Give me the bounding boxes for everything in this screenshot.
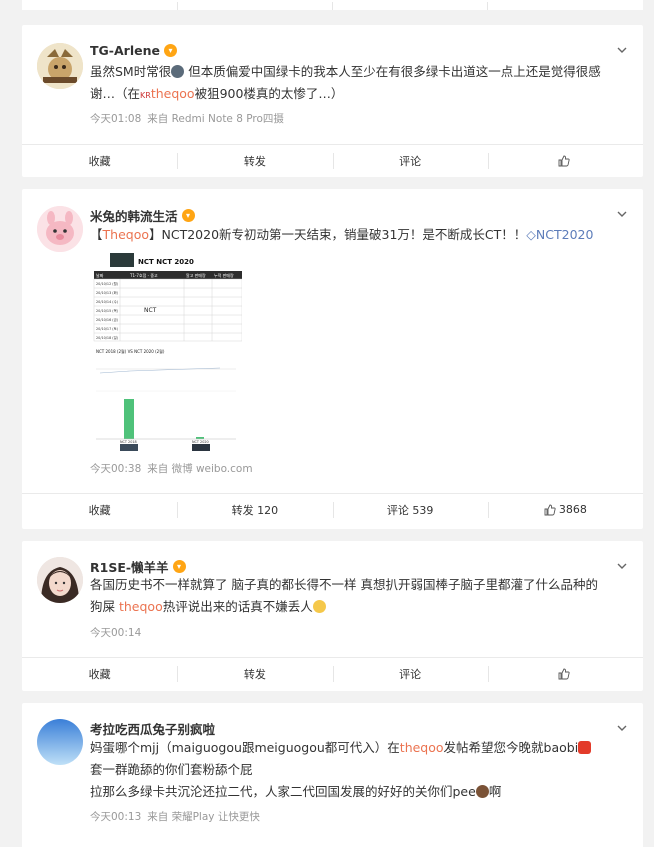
- like-button[interactable]: [487, 145, 643, 176]
- post-text: 妈蛋哪个mjj（maiguogou跟meiguogou都可代入）在theqoo发…: [90, 737, 607, 803]
- svg-text:20/10/14 (수): 20/10/14 (수): [96, 299, 119, 304]
- svg-text:20/10/13 (화): 20/10/13 (화): [96, 290, 119, 295]
- post-time[interactable]: 今天01:08: [90, 113, 141, 125]
- post-card: R1SE-懒羊羊 ▾ 各国历史书不一样就算了 脑子真的都长得不一样 真想扒开弱国…: [22, 541, 643, 691]
- vip-badge-icon[interactable]: ▾: [172, 560, 186, 573]
- post-meta: 今天00:13 来自 荣耀Play 让快更快: [90, 809, 266, 824]
- svg-text:20/10/17 (토): 20/10/17 (토): [96, 327, 119, 331]
- svg-text:20/10/16 (금): 20/10/16 (금): [96, 318, 119, 322]
- topic-link[interactable]: theqoo: [151, 86, 195, 101]
- smirk-emoji-icon: [312, 600, 326, 613]
- comment-button[interactable]: 评论 539: [332, 494, 488, 525]
- repost-button[interactable]: 转发: [177, 658, 332, 689]
- topic-link[interactable]: Theqoo: [103, 227, 149, 242]
- post-text: 虽然SM时常很 但本质偏爱中国绿卡的我本人至少在有很多绿卡出道这一点上还是觉得很…: [90, 64, 601, 101]
- bomb-emoji-icon: [578, 741, 592, 754]
- comment-button[interactable]: 评论: [332, 145, 488, 176]
- post-actions: 收藏 转发 评论: [22, 657, 643, 689]
- chevron-down-icon[interactable]: [617, 209, 627, 219]
- post-time[interactable]: 今天00:38: [90, 463, 141, 475]
- post-source: 来自 微博 weibo.com: [147, 463, 253, 475]
- svg-text:NCT: NCT: [144, 307, 157, 314]
- post-actions: 收藏 转发 评论: [22, 144, 643, 176]
- favorite-button[interactable]: 收藏: [22, 658, 177, 689]
- user-name[interactable]: 米兔的韩流生活: [90, 206, 178, 225]
- user-name[interactable]: 考拉吃西瓜兔子别疯啦: [90, 719, 215, 738]
- diamond-icon: ◇: [526, 227, 536, 242]
- avatar[interactable]: [37, 43, 83, 89]
- post-time[interactable]: 今天00:13: [90, 811, 141, 823]
- super-topic-link[interactable]: ◇NCT2020: [526, 227, 593, 242]
- svg-text:누적 판매량: 누적 판매량: [214, 272, 234, 278]
- post-source: 来自 荣耀Play 让快更快: [147, 811, 260, 823]
- avatar[interactable]: [37, 557, 83, 603]
- post-meta: 今天00:38 来自 微博 weibo.com: [90, 461, 259, 476]
- vip-badge-icon[interactable]: ▾: [163, 44, 177, 57]
- svg-text:20/10/12 (월): 20/10/12 (월): [96, 281, 119, 286]
- repost-button[interactable]: 转发 120: [177, 494, 332, 525]
- post-text: 各国历史书不一样就算了 脑子真的都长得不一样 真想扒开弱国棒子脑子里都灌了什么品…: [90, 577, 598, 614]
- chevron-down-icon[interactable]: [617, 561, 627, 571]
- like-button[interactable]: [487, 658, 643, 689]
- post-meta: 今天00:14: [90, 625, 147, 640]
- post-time[interactable]: 今天00:14: [90, 627, 141, 639]
- svg-text:20/10/18 (일): 20/10/18 (일): [96, 335, 119, 340]
- chevron-down-icon[interactable]: [617, 723, 627, 733]
- svg-text:NCT 2020: NCT 2020: [192, 440, 209, 444]
- post-card: 考拉吃西瓜兔子别疯啦 妈蛋哪个mjj（maiguogou跟meiguogou都可…: [22, 703, 643, 847]
- favorite-button[interactable]: 收藏: [22, 494, 177, 525]
- post-text: 【Theqoo】NCT2020新专初动第一天结束，销量破31万！是不断成长CT！…: [90, 227, 594, 242]
- thumbs-up-icon: [558, 668, 570, 679]
- chevron-down-icon[interactable]: [617, 45, 627, 55]
- thumbs-up-icon: [558, 155, 570, 166]
- svg-text:알고 판매량: 알고 판매량: [186, 272, 206, 278]
- avatar[interactable]: [37, 719, 83, 765]
- vip-badge-icon[interactable]: ▾: [181, 209, 195, 222]
- thumbs-up-icon: [544, 504, 556, 515]
- post-source: 来自 Redmi Note 8 Pro四摄: [147, 113, 284, 125]
- post-card: TG-Arlene ▾ 虽然SM时常很 但本质偏爱中国绿卡的我本人至少在有很多绿…: [22, 25, 643, 177]
- poop-emoji-icon: [475, 785, 489, 798]
- kr-flag-icon: KR: [140, 91, 151, 100]
- svg-text:NCT 2018 (2월) VS NCT 2020 (2월): NCT 2018 (2월) VS NCT 2020 (2월): [96, 348, 165, 354]
- svg-text:NCT 2018: NCT 2018: [120, 440, 137, 444]
- post-meta: 今天01:08 来自 Redmi Note 8 Pro四摄: [90, 111, 290, 126]
- svg-text:T1-7호점 - 중고: T1-7호점 - 중고: [129, 272, 158, 278]
- comment-button[interactable]: 评论: [332, 658, 488, 689]
- svg-text:20/10/15 (목): 20/10/15 (목): [96, 309, 119, 313]
- svg-text:날짜: 날짜: [96, 272, 104, 278]
- favorite-button[interactable]: 收藏: [22, 145, 177, 176]
- topic-link[interactable]: theqoo: [119, 599, 163, 614]
- repost-button[interactable]: 转发: [177, 145, 332, 176]
- post-card: 米兔的韩流生活 ▾ 【Theqoo】NCT2020新专初动第一天结束，销量破31…: [22, 189, 643, 529]
- image-title: NCT NCT 2020: [138, 258, 194, 266]
- heart-emoji-icon: [171, 65, 185, 78]
- avatar[interactable]: [37, 206, 83, 252]
- user-name[interactable]: TG-Arlene: [90, 43, 160, 58]
- topic-link[interactable]: theqoo: [400, 740, 444, 755]
- like-button[interactable]: 3868: [487, 494, 643, 525]
- post-actions: 收藏 转发 120 评论 539 3868: [22, 493, 643, 525]
- post-image[interactable]: NCT NCT 2020 날짜 T1-7호점 - 중고 알고 판매량 누적 판매…: [90, 251, 243, 451]
- previous-post-actions: [22, 0, 643, 10]
